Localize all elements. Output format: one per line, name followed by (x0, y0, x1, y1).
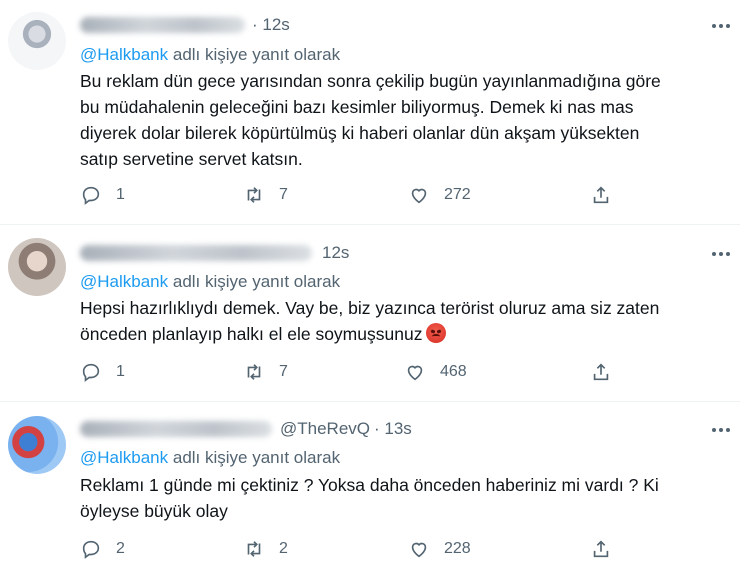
retweet-count: 7 (279, 186, 288, 203)
reply-button[interactable]: 1 (80, 184, 125, 206)
reply-context-text: adlı kişiye yanıt olarak (168, 448, 341, 467)
reply-icon (82, 540, 100, 559)
reply-context-text: adlı kişiye yanıt olarak (168, 45, 341, 64)
timestamp[interactable]: 12s (322, 243, 349, 263)
retweet-button[interactable]: 2 (243, 538, 288, 560)
like-button[interactable]: 228 (408, 538, 471, 560)
reply-context-text: adlı kişiye yanıt olarak (168, 272, 341, 291)
timestamp[interactable]: · 12s (252, 15, 290, 35)
more-icon[interactable] (710, 419, 732, 441)
reply-context: @Halkbank adlı kişiye yanıt olarak (80, 448, 340, 468)
display-name-blurred[interactable] (80, 245, 312, 261)
mention-link[interactable]: @Halkbank (80, 45, 168, 64)
avatar[interactable] (8, 416, 66, 474)
mention-link[interactable]: @Halkbank (80, 448, 168, 467)
tweet-text: Reklamı 1 günde mi çektiniz ? Yoksa daha… (80, 475, 659, 521)
retweet-button[interactable]: 7 (243, 184, 288, 206)
more-icon[interactable] (710, 243, 732, 265)
heart-icon (411, 188, 427, 204)
reply-count: 1 (116, 186, 125, 203)
more-icon[interactable] (710, 15, 732, 37)
retweet-icon (247, 541, 261, 557)
tweet-text: Bu reklam dün gece yarısından sonra çeki… (80, 71, 661, 169)
reply-context: @Halkbank adlı kişiye yanıt olarak (80, 45, 340, 65)
like-count: 468 (440, 363, 467, 380)
share-button[interactable] (590, 184, 612, 206)
like-count: 272 (444, 186, 471, 203)
heart-icon (411, 542, 427, 558)
tweet-2[interactable]: 12s @Halkbank adlı kişiye yanıt olarak H… (0, 225, 740, 400)
reply-icon (82, 363, 100, 382)
like-count: 228 (444, 540, 471, 557)
share-icon (593, 363, 609, 381)
reply-button[interactable]: 2 (80, 538, 125, 560)
tweet-3[interactable]: @TheRevQ · 13s @Halkbank adlı kişiye yan… (0, 402, 740, 567)
tweet-text-content: Hepsi hazırlıklıydı demek. Vay be, biz y… (80, 298, 660, 344)
retweet-button[interactable]: 7 (243, 361, 288, 383)
angry-face-icon (426, 323, 447, 343)
reply-icon (82, 186, 100, 205)
share-button[interactable] (590, 361, 612, 383)
like-button[interactable]: 272 (408, 184, 471, 206)
tweet-text: Hepsi hazırlıklıydı demek. Vay be, biz y… (80, 295, 720, 347)
display-name-blurred[interactable] (80, 421, 272, 437)
reply-count: 1 (116, 363, 125, 380)
timestamp[interactable]: · 13s (374, 419, 412, 439)
retweet-count: 2 (279, 540, 288, 557)
heart-icon (407, 365, 423, 381)
avatar[interactable] (8, 12, 66, 70)
reply-context: @Halkbank adlı kişiye yanıt olarak (80, 272, 340, 292)
retweet-icon (247, 187, 261, 203)
share-icon (593, 540, 609, 558)
user-handle[interactable]: @TheRevQ (280, 419, 370, 439)
like-button[interactable]: 468 (404, 361, 467, 383)
retweet-icon (247, 364, 261, 380)
share-button[interactable] (590, 538, 612, 560)
display-name-blurred[interactable] (80, 17, 245, 33)
mention-link[interactable]: @Halkbank (80, 272, 168, 291)
tweet-1[interactable]: · 12s @Halkbank adlı kişiye yanıt olarak… (0, 0, 740, 222)
share-icon (593, 186, 609, 204)
avatar[interactable] (8, 238, 66, 296)
reply-count: 2 (116, 540, 125, 557)
retweet-count: 7 (279, 363, 288, 380)
tweet-feed: · 12s @Halkbank adlı kişiye yanıt olarak… (0, 0, 753, 567)
reply-button[interactable]: 1 (80, 361, 125, 383)
